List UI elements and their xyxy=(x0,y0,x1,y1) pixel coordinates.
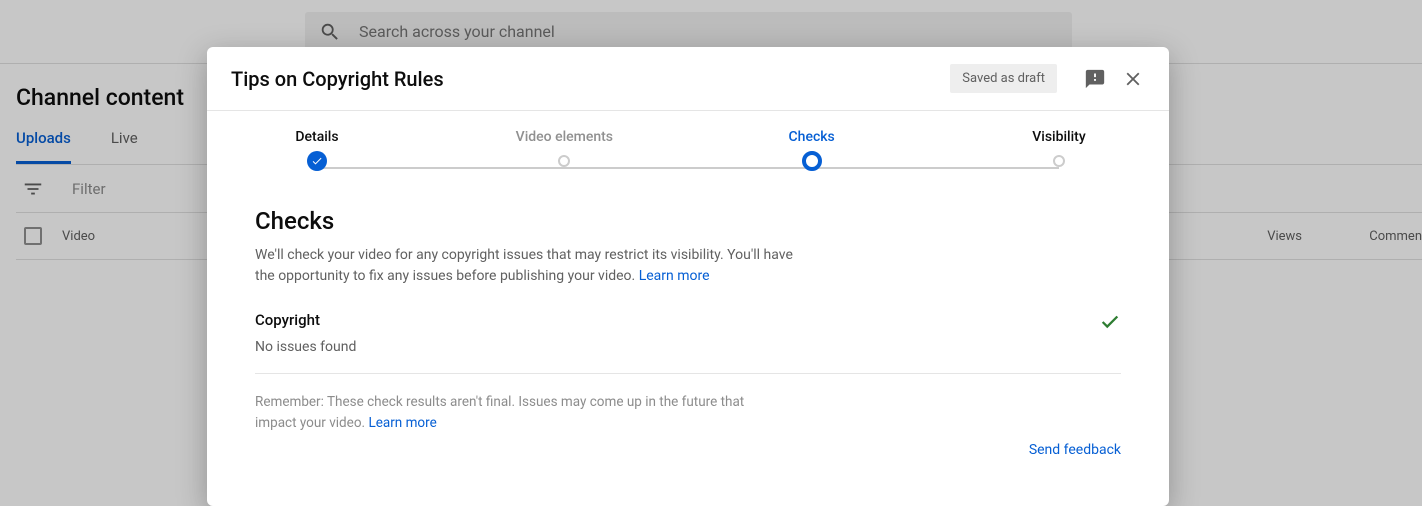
step-dot xyxy=(558,155,570,167)
dialog-header: Tips on Copyright Rules Saved as draft xyxy=(207,47,1169,111)
step-checks[interactable]: Checks xyxy=(742,129,882,171)
step-visibility[interactable]: Visibility xyxy=(989,129,1129,171)
close-icon xyxy=(1122,68,1144,90)
step-dot xyxy=(1053,155,1065,167)
send-feedback-link[interactable]: Send feedback xyxy=(1029,442,1121,458)
feedback-icon-button[interactable] xyxy=(1079,63,1111,95)
step-dot-done xyxy=(307,151,327,171)
section-title: Checks xyxy=(255,207,1121,235)
step-video-elements[interactable]: Video elements xyxy=(494,129,634,171)
results-note: Remember: These check results aren't fin… xyxy=(255,392,755,434)
stepper: Details Video elements Checks Visibility xyxy=(247,129,1129,189)
draft-badge: Saved as draft xyxy=(950,64,1057,93)
check-ok-icon xyxy=(1099,311,1121,337)
modal-overlay: Tips on Copyright Rules Saved as draft D… xyxy=(0,0,1422,506)
upload-dialog: Tips on Copyright Rules Saved as draft D… xyxy=(207,47,1169,506)
close-button[interactable] xyxy=(1117,63,1149,95)
learn-more-link[interactable]: Learn more xyxy=(639,268,710,284)
step-details[interactable]: Details xyxy=(247,129,387,171)
copyright-status: No issues found xyxy=(255,339,1099,355)
feedback-icon xyxy=(1084,68,1106,90)
step-dot-active xyxy=(802,151,822,171)
copyright-title: Copyright xyxy=(255,311,1099,329)
dialog-title: Tips on Copyright Rules xyxy=(231,67,950,91)
copyright-check: Copyright No issues found xyxy=(255,311,1121,374)
section-desc: We'll check your video for any copyright… xyxy=(255,245,815,287)
note-learn-more-link[interactable]: Learn more xyxy=(368,415,436,431)
